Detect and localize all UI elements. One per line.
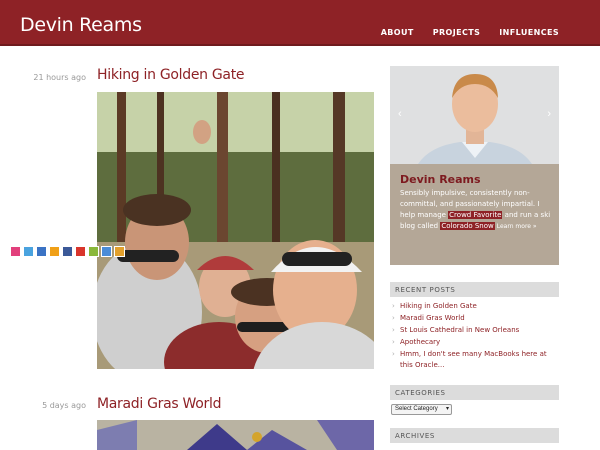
profile-bio: Sensibly impulsive, consistently non-com… xyxy=(400,188,552,232)
profile-photo: ‹ › xyxy=(390,66,559,164)
nav-projects[interactable]: PROJECTS xyxy=(433,28,481,37)
colorado-snow-link[interactable]: Colorado Snow xyxy=(440,222,495,230)
linkedin-icon[interactable] xyxy=(114,246,125,257)
post-photo[interactable] xyxy=(97,420,374,450)
category-select[interactable]: Select Category ▾ xyxy=(391,404,452,415)
flickr-icon[interactable] xyxy=(10,246,21,257)
twitter-icon[interactable] xyxy=(23,246,34,257)
profile-name: Devin Reams xyxy=(400,173,481,186)
post-photo[interactable] xyxy=(97,92,374,369)
recent-post-link[interactable]: Hmm, I don't see many MacBooks here at t… xyxy=(392,349,558,371)
archives-heading: ARCHIVES xyxy=(390,428,559,443)
crowd-favorite-link[interactable]: Crowd Favorite xyxy=(448,211,503,219)
pownce-icon[interactable] xyxy=(88,246,99,257)
learn-more-link[interactable]: Learn more » xyxy=(497,223,537,230)
recent-posts-list: Hiking in Golden Gate Maradi Gras World … xyxy=(392,301,558,372)
recent-post-link[interactable]: Maradi Gras World xyxy=(392,313,558,324)
carousel-next-icon[interactable]: › xyxy=(547,108,551,120)
recent-post-link[interactable]: Hiking in Golden Gate xyxy=(392,301,558,312)
site-title[interactable]: Devin Reams xyxy=(20,14,142,36)
post-time: 5 days ago xyxy=(42,401,86,410)
recent-posts-heading: RECENT POSTS xyxy=(390,282,559,297)
post-title[interactable]: Maradi Gras World xyxy=(97,396,221,412)
category-select-value: Select Category xyxy=(395,406,438,412)
site-header: Devin Reams ABOUT PROJECTS INFLUENCES xyxy=(0,0,600,46)
nav-influences[interactable]: INFLUENCES xyxy=(499,28,559,37)
delicious-icon[interactable] xyxy=(36,246,47,257)
categories-heading: CATEGORIES xyxy=(390,385,559,400)
portrait-image xyxy=(390,66,559,164)
friendfeed-icon[interactable] xyxy=(75,246,86,257)
profile-box: ‹ › Devin Reams Sensibly impulsive, cons… xyxy=(390,66,559,265)
mardi-gras-image xyxy=(97,420,374,450)
nav-about[interactable]: ABOUT xyxy=(381,28,414,37)
post-time: 21 hours ago xyxy=(33,73,86,82)
social-icons xyxy=(10,246,125,257)
post-title[interactable]: Hiking in Golden Gate xyxy=(97,67,245,83)
lastfm-icon[interactable] xyxy=(49,246,60,257)
carousel-prev-icon[interactable]: ‹ xyxy=(398,108,402,120)
facebook-icon[interactable] xyxy=(62,246,73,257)
recent-post-link[interactable]: Apothecary xyxy=(392,337,558,348)
hiking-selfie-image xyxy=(97,92,374,369)
main-nav: ABOUT PROJECTS INFLUENCES xyxy=(381,28,559,37)
select-caret-icon: ▾ xyxy=(445,406,449,412)
google-icon[interactable] xyxy=(101,246,112,257)
recent-post-link[interactable]: St Louis Cathedral in New Orleans xyxy=(392,325,558,336)
